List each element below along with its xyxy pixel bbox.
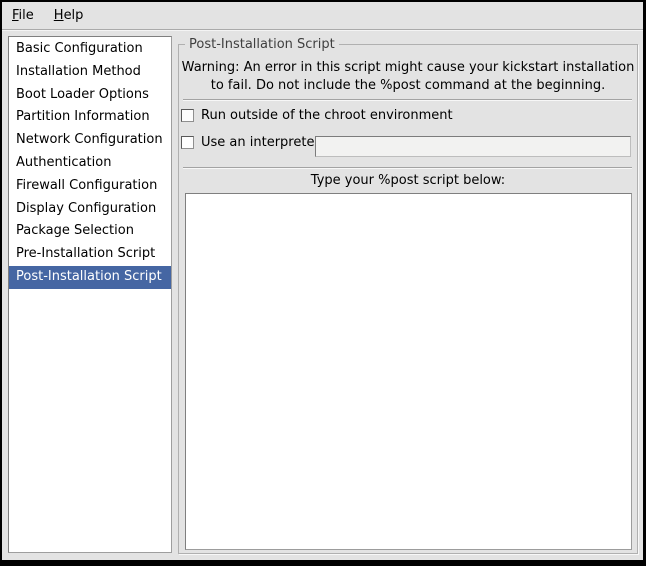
separator-bottom — [183, 167, 632, 169]
separator-top — [183, 99, 632, 101]
warning-line-2: to fail. Do not include the %post comman… — [211, 78, 606, 93]
post-script-textarea[interactable] — [185, 193, 632, 550]
frame-title: Post-Installation Script — [185, 37, 339, 52]
interpreter-checkbox-label[interactable]: Use an interpreter: — [201, 135, 324, 151]
menubar: FileHelp — [2, 2, 643, 30]
sidebar-item-package-selection[interactable]: Package Selection — [9, 220, 171, 243]
menu-help[interactable]: Help — [44, 2, 94, 29]
interpreter-input[interactable] — [315, 136, 631, 157]
sidebar-item-display-configuration[interactable]: Display Configuration — [9, 198, 171, 221]
warning-line-1: Warning: An error in this script might c… — [182, 60, 635, 75]
sidebar-item-post-installation-script[interactable]: Post-Installation Script — [9, 266, 171, 289]
sidebar-item-network-configuration[interactable]: Network Configuration — [9, 129, 171, 152]
warning-text: Warning: An error in this script might c… — [179, 59, 637, 94]
chroot-checkbox[interactable] — [181, 109, 194, 122]
sidebar-item-authentication[interactable]: Authentication — [9, 152, 171, 175]
menu-file[interactable]: File — [2, 2, 44, 29]
sidebar-item-boot-loader-options[interactable]: Boot Loader Options — [9, 84, 171, 107]
sidebar-item-pre-installation-script[interactable]: Pre-Installation Script — [9, 243, 171, 266]
sidebar-item-partition-information[interactable]: Partition Information — [9, 106, 171, 129]
kickstart-configurator-window: FileHelp Basic ConfigurationInstallation… — [0, 0, 646, 566]
chroot-checkbox-label[interactable]: Run outside of the chroot environment — [201, 108, 453, 124]
script-label: Type your %post script below: — [179, 173, 637, 189]
sidebar-item-firewall-configuration[interactable]: Firewall Configuration — [9, 175, 171, 198]
sidebar-item-basic-configuration[interactable]: Basic Configuration — [9, 38, 171, 61]
post-installation-frame: Post-Installation Script Warning: An err… — [178, 44, 638, 554]
interpreter-checkbox[interactable] — [181, 136, 194, 149]
section-list: Basic ConfigurationInstallation MethodBo… — [8, 36, 172, 553]
sidebar-item-installation-method[interactable]: Installation Method — [9, 61, 171, 84]
